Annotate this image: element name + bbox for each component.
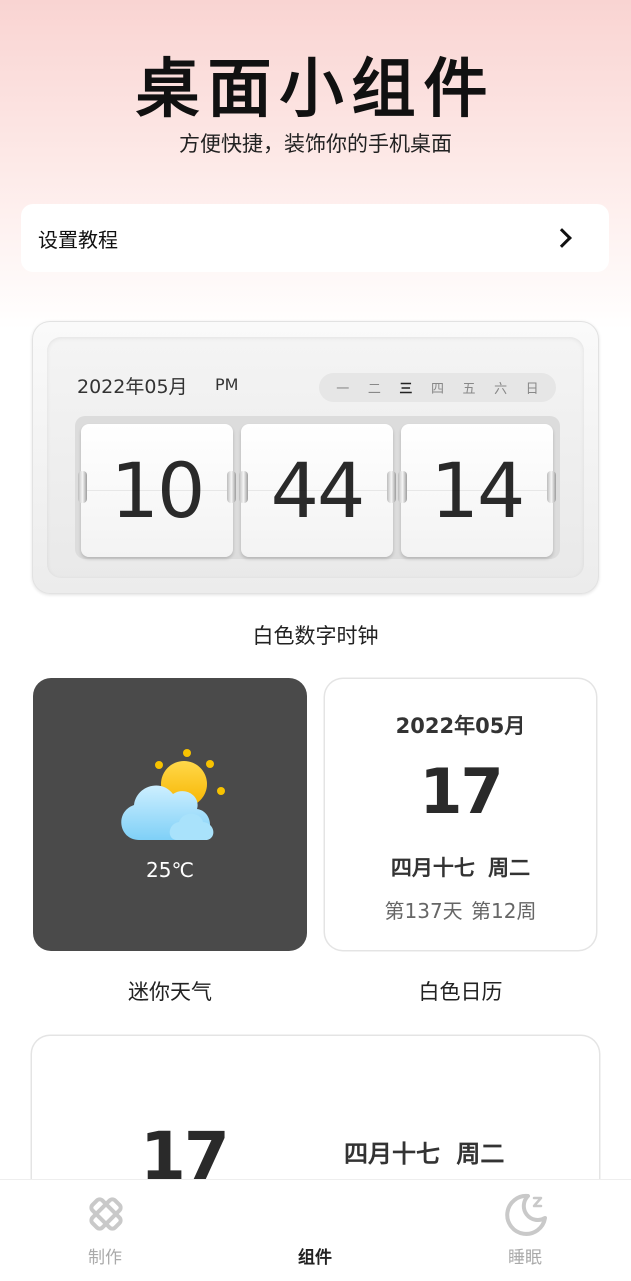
- calendar-widget-caption: 白色日历: [418, 980, 503, 1004]
- bottom-tab-bar: 制作 组件 睡眠: [0, 1179, 631, 1281]
- weekday-wed: 三: [399, 382, 413, 397]
- hinge: [547, 471, 556, 503]
- clock-ampm: PM: [215, 375, 239, 394]
- make-tool-icon: [89, 1197, 123, 1231]
- flip-seconds: 14: [401, 424, 553, 557]
- calendar-year-month: 2022年05月: [395, 714, 526, 738]
- calendar-lunar-date: 四月十七 周二: [390, 856, 531, 880]
- weekday-fri: 五: [462, 382, 476, 397]
- weekday-bar: 一 二 三 四 五 六 日: [319, 373, 556, 402]
- clock-date: 2022年05月: [77, 376, 188, 398]
- chevron-right-icon: [552, 228, 572, 248]
- weather-widget-caption: 迷你天气: [128, 980, 212, 1004]
- flip-clock-widget[interactable]: 2022年05月 PM 一 二 三 四 五 六 日 10 44 14: [32, 321, 599, 594]
- wide-calendar-lunar-date: 四月十七 周二: [344, 1140, 505, 1168]
- tab-sleep[interactable]: 睡眠: [465, 1180, 585, 1281]
- weekday-sat: 六: [494, 382, 508, 397]
- hinge: [78, 471, 87, 503]
- hinge: [398, 471, 407, 503]
- hinge: [387, 471, 396, 503]
- partly-cloudy-icon: [121, 749, 225, 840]
- calendar-widget[interactable]: 2022年05月 17 四月十七 周二 第137天 第12周: [325, 679, 596, 950]
- page-subtitle: 方便快捷，装饰你的手机桌面: [179, 132, 452, 156]
- hinge: [227, 471, 236, 503]
- calendar-day: 17: [419, 755, 503, 828]
- tab-sleep-label: 睡眠: [508, 1248, 542, 1268]
- flip-hours: 10: [81, 424, 233, 557]
- flip-digits-tray: 10 44 14: [75, 416, 560, 559]
- page-title: 桌面小组件: [135, 53, 496, 127]
- weekday-tue: 二: [367, 382, 381, 397]
- moon-sleep-icon: [505, 1193, 547, 1236]
- flip-minutes: 44: [241, 424, 393, 557]
- tutorial-label: 设置教程: [38, 227, 118, 252]
- weather-temperature: 25℃: [146, 858, 194, 882]
- weather-widget[interactable]: 25℃: [33, 678, 307, 951]
- clock-widget-caption: 白色数字时钟: [252, 624, 379, 648]
- tab-widgets-label: 组件: [298, 1248, 332, 1268]
- tab-make[interactable]: 制作: [45, 1180, 165, 1281]
- weekday-sun: 日: [525, 382, 539, 397]
- hinge: [239, 471, 248, 503]
- tab-make-label: 制作: [88, 1248, 122, 1268]
- tutorial-row[interactable]: 设置教程: [21, 204, 609, 272]
- weekday-mon: 一: [336, 382, 350, 397]
- calendar-day-week-info: 第137天 第12周: [384, 899, 537, 923]
- tab-widgets[interactable]: 组件: [255, 1180, 375, 1281]
- weekday-thu: 四: [430, 382, 444, 397]
